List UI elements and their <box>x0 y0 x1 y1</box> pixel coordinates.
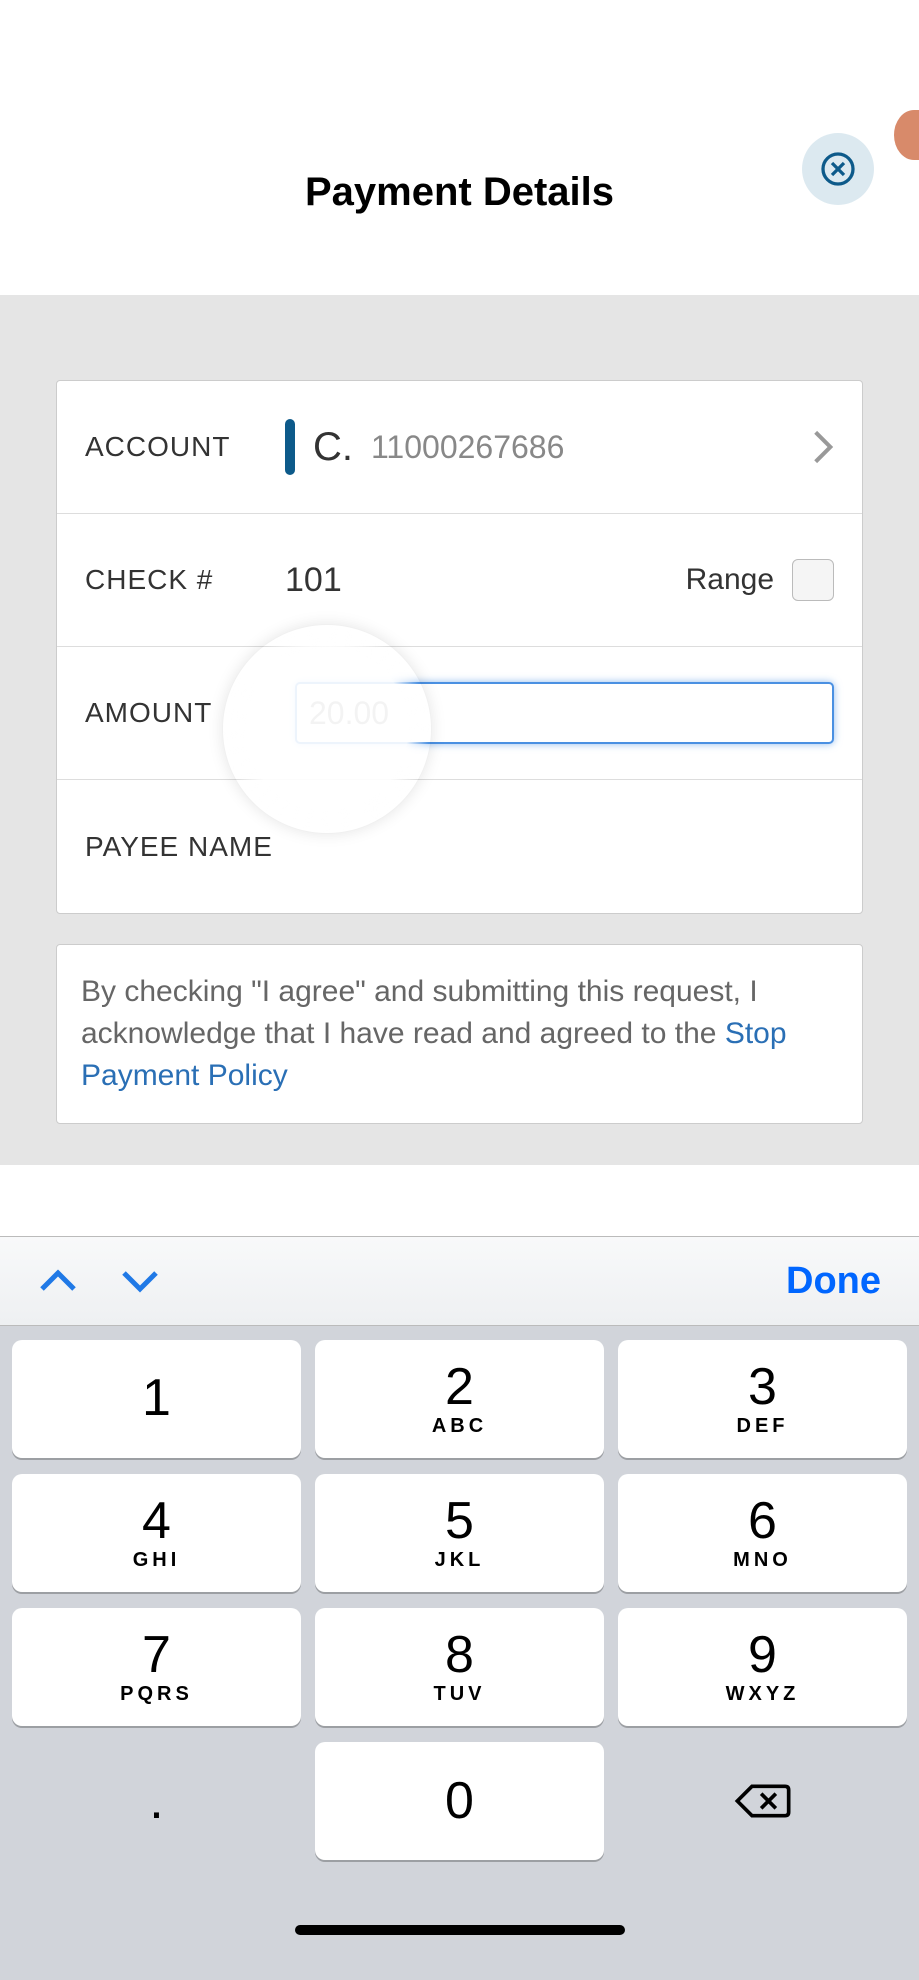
key-letters: JKL <box>435 1549 485 1572</box>
close-icon <box>820 151 856 187</box>
key-3[interactable]: 3 DEF <box>618 1340 907 1458</box>
keyboard-prev-icon[interactable] <box>38 1267 78 1295</box>
check-label: CHECK # <box>85 564 285 596</box>
payee-label: PAYEE NAME <box>85 831 273 863</box>
key-0[interactable]: 0 <box>315 1742 604 1860</box>
key-digit: 7 <box>142 1629 171 1681</box>
payment-form: ACCOUNT C. 11000267686 CHECK # 101 Range… <box>56 380 863 914</box>
key-period[interactable]: . <box>12 1742 301 1860</box>
key-digit: 9 <box>748 1629 777 1681</box>
key-digit: 3 <box>748 1361 777 1413</box>
payee-row[interactable]: PAYEE NAME <box>57 780 862 913</box>
account-value: C. 11000267686 <box>285 419 812 475</box>
keyboard-nav-arrows <box>38 1267 160 1295</box>
key-digit: 8 <box>445 1629 474 1681</box>
backspace-icon <box>733 1779 793 1823</box>
account-row[interactable]: ACCOUNT C. 11000267686 <box>57 381 862 514</box>
key-digit: 4 <box>142 1495 171 1547</box>
key-5[interactable]: 5 JKL <box>315 1474 604 1592</box>
keyboard-done-button[interactable]: Done <box>786 1260 881 1303</box>
content-area: ACCOUNT C. 11000267686 CHECK # 101 Range… <box>0 295 919 1165</box>
account-label: ACCOUNT <box>85 431 285 463</box>
terms-body: By checking "I agree" and submitting thi… <box>81 975 758 1050</box>
check-value[interactable]: 101 <box>285 561 686 600</box>
check-row: CHECK # 101 Range <box>57 514 862 647</box>
key-letters: PQRS <box>120 1683 193 1706</box>
key-backspace[interactable] <box>618 1742 907 1860</box>
home-indicator[interactable] <box>295 1925 625 1935</box>
key-letters: WXYZ <box>726 1683 800 1706</box>
page-title: Payment Details <box>305 170 614 215</box>
key-digit: . <box>149 1771 163 1831</box>
modal-header: Payment Details <box>0 0 919 295</box>
key-digit: 6 <box>748 1495 777 1547</box>
close-button[interactable] <box>802 133 874 205</box>
amount-label: AMOUNT <box>85 697 285 729</box>
numeric-keypad: 1 2 ABC 3 DEF 4 GHI 5 JKL 6 MNO 7 PQRS 8 <box>0 1326 919 1880</box>
key-letters: ABC <box>432 1415 487 1438</box>
key-4[interactable]: 4 GHI <box>12 1474 301 1592</box>
key-digit: 5 <box>445 1495 474 1547</box>
key-digit: 1 <box>142 1372 171 1424</box>
key-digit: 0 <box>445 1775 474 1827</box>
key-letters: MNO <box>733 1549 792 1572</box>
keyboard-toolbar: Done <box>0 1236 919 1326</box>
key-7[interactable]: 7 PQRS <box>12 1608 301 1726</box>
range-checkbox[interactable] <box>792 559 834 601</box>
key-2[interactable]: 2 ABC <box>315 1340 604 1458</box>
key-1[interactable]: 1 <box>12 1340 301 1458</box>
range-label: Range <box>686 563 774 597</box>
amount-row: AMOUNT <box>57 647 862 780</box>
keyboard-next-icon[interactable] <box>120 1267 160 1295</box>
terms-card: By checking "I agree" and submitting thi… <box>56 944 863 1124</box>
account-indicator-bar <box>285 419 295 475</box>
key-8[interactable]: 8 TUV <box>315 1608 604 1726</box>
key-digit: 2 <box>445 1361 474 1413</box>
amount-input[interactable] <box>295 682 834 744</box>
keyboard: Done 1 2 ABC 3 DEF 4 GHI 5 JKL 6 MNO 7 P… <box>0 1236 919 1980</box>
key-9[interactable]: 9 WXYZ <box>618 1608 907 1726</box>
terms-text: By checking "I agree" and submitting thi… <box>81 971 838 1097</box>
key-letters: GHI <box>133 1549 181 1572</box>
key-letters: DEF <box>737 1415 789 1438</box>
key-letters: TUV <box>434 1683 486 1706</box>
account-number: 11000267686 <box>371 429 564 466</box>
home-bar <box>0 1880 919 1980</box>
chevron-right-icon <box>812 428 834 466</box>
key-6[interactable]: 6 MNO <box>618 1474 907 1592</box>
account-prefix: C. <box>313 425 353 470</box>
